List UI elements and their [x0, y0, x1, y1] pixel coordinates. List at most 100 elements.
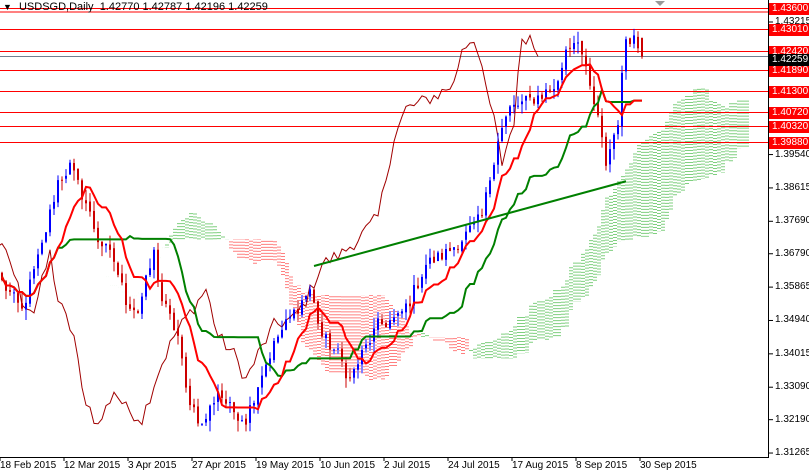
- bar-body: [237, 413, 239, 421]
- price-bar: [625, 36, 627, 80]
- price-bar: [233, 401, 235, 420]
- bar-body: [377, 318, 379, 330]
- price-bar: [53, 195, 55, 215]
- bar-body: [641, 38, 643, 57]
- bar-body: [373, 328, 375, 342]
- bar-body: [25, 302, 27, 310]
- bar-body: [213, 403, 215, 405]
- price-bar: [201, 423, 203, 427]
- bar-body: [121, 273, 123, 283]
- price-bar: [85, 189, 87, 212]
- bar-body: [417, 285, 419, 289]
- bar-body: [433, 256, 435, 263]
- bar-body: [501, 127, 503, 142]
- bar-body: [73, 163, 75, 171]
- level-price-label: 1.43600: [769, 2, 809, 15]
- price-bar: [577, 31, 579, 54]
- price-bar: [241, 415, 243, 422]
- date-tick-label: 18 Feb 2015: [0, 460, 57, 471]
- trend-line[interactable]: [313, 180, 627, 267]
- date-tick-label: 17 Aug 2015: [512, 460, 569, 471]
- price-bar: [45, 231, 47, 244]
- price-bar: [213, 396, 215, 416]
- price-bar: [341, 341, 343, 368]
- bar-body: [253, 403, 255, 406]
- price-chart[interactable]: [0, 0, 809, 475]
- price-bar: [641, 37, 643, 59]
- bar-body: [621, 72, 623, 127]
- bar-body: [89, 201, 91, 212]
- price-bar: [169, 298, 171, 320]
- price-tick-label: 1.37690: [775, 215, 809, 227]
- price-bar: [345, 356, 347, 388]
- price-bar: [425, 254, 427, 285]
- bar-body: [533, 98, 535, 104]
- price-bar: [29, 271, 31, 308]
- bar-body: [241, 420, 243, 422]
- price-bar: [401, 308, 403, 319]
- chart-shift-marker-icon[interactable]: [655, 1, 665, 6]
- bar-body: [29, 279, 31, 304]
- price-bar: [89, 193, 91, 217]
- date-tick-label: 3 Apr 2015: [128, 460, 177, 471]
- price-bar: [33, 266, 35, 285]
- bar-body: [457, 248, 459, 250]
- horizontal-levels: [0, 8, 768, 143]
- price-bar: [589, 57, 591, 90]
- bar-body: [465, 231, 467, 240]
- bar-body: [125, 283, 127, 306]
- bar-body: [293, 309, 295, 319]
- dropdown-triangle-icon[interactable]: ▼: [3, 2, 12, 12]
- bar-body: [345, 362, 347, 379]
- bar-body: [341, 348, 343, 362]
- bar-body: [581, 40, 583, 55]
- bar-body: [405, 303, 407, 313]
- price-bar: [509, 104, 511, 122]
- bar-body: [481, 215, 483, 217]
- bar-body: [45, 232, 47, 242]
- price-tick-label: 1.36790: [775, 247, 809, 259]
- bar-body: [225, 399, 227, 404]
- price-bar: [57, 175, 59, 208]
- price-bar: [205, 413, 207, 427]
- bar-body: [189, 385, 191, 406]
- level-price-label: 1.40720: [769, 106, 809, 119]
- bar-body: [49, 209, 51, 233]
- bar-body: [449, 247, 451, 252]
- price-bar: [365, 339, 367, 353]
- price-tick-label: 1.32190: [775, 413, 809, 425]
- price-bar: [429, 248, 431, 269]
- bar-body: [421, 276, 423, 288]
- bar-body: [161, 282, 163, 302]
- price-bar: [581, 40, 583, 65]
- price-bars: [1, 28, 643, 432]
- price-bar: [161, 273, 163, 306]
- price-bar: [629, 37, 631, 48]
- price-bar: [609, 139, 611, 173]
- bar-body: [553, 89, 555, 91]
- bar-body: [133, 307, 135, 311]
- price-bar: [189, 378, 191, 411]
- bar-body: [429, 257, 431, 264]
- bar-body: [349, 377, 351, 379]
- bar-body: [493, 164, 495, 180]
- bar-body: [329, 333, 331, 350]
- bar-body: [561, 67, 563, 81]
- current-price-label: 1.42259: [769, 53, 809, 66]
- price-bar: [481, 208, 483, 219]
- bar-body: [573, 43, 575, 50]
- price-bar: [301, 295, 303, 318]
- bar-body: [505, 116, 507, 127]
- level-price-label: 1.41300: [769, 85, 809, 98]
- bar-body: [245, 418, 247, 425]
- bar-body: [353, 369, 355, 378]
- bar-body: [117, 262, 119, 275]
- bar-body: [105, 243, 107, 246]
- price-bar: [37, 248, 39, 276]
- bar-body: [145, 275, 147, 297]
- price-bar: [269, 352, 271, 372]
- price-bar: [437, 250, 439, 262]
- symbol-label: USDSGD,Daily: [18, 1, 94, 13]
- price-bar: [325, 331, 327, 349]
- price-bar: [281, 320, 283, 339]
